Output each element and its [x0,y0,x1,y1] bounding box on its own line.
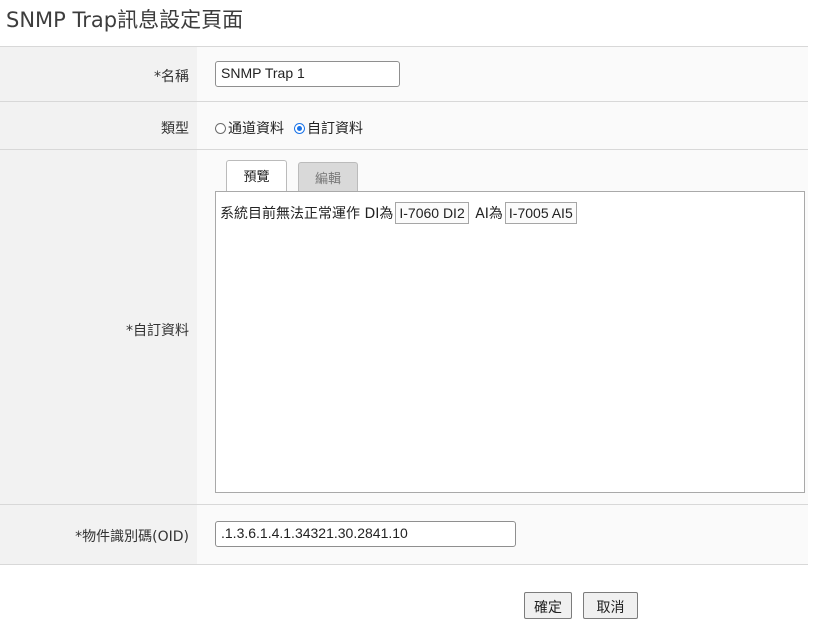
name-row: *名稱 [0,46,808,102]
custom-data-editor[interactable]: 系統目前無法正常運作 DI為 I-7060 DI2 AI為 I-7005 AI5 [215,191,805,493]
radio-channel-data-dot[interactable] [215,122,226,134]
oid-label-cell: *物件識別碼(OID) [0,505,197,564]
radio-custom-data-dot[interactable] [294,122,305,134]
radio-channel-data-label: 通道資料 [228,121,284,137]
tab-preview[interactable]: 預覽 [226,160,287,191]
radio-custom-data-label: 自訂資料 [307,121,363,137]
ai-channel-chip[interactable]: I-7005 AI5 [504,202,577,224]
cancel-button[interactable]: 取消 [583,592,638,619]
type-row: 類型 [0,101,808,150]
oid-label: *物件識別碼(OID) [75,529,189,545]
name-input[interactable]: SNMP Trap 1 [215,61,400,87]
type-label: 類型 [161,121,189,137]
di-channel-chip[interactable]: I-7060 DI2 [395,202,469,224]
type-label-cell: 類型 [0,102,197,150]
name-label-cell: *名稱 [0,47,197,102]
page-title: SNMP Trap訊息設定頁面 [6,8,244,32]
custom-data-label: *自訂資料 [126,323,189,339]
oid-input[interactable]: .1.3.6.1.4.1.34321.30.2841.10 [215,521,516,547]
name-label: *名稱 [154,69,189,85]
radio-channel-data[interactable]: 通道資料 [215,118,284,138]
tab-edit[interactable]: 編輯 [298,162,358,191]
editor-text-prefix: 系統目前無法正常運作 DI為 [220,206,394,222]
custom-data-label-cell: *自訂資料 [0,150,197,505]
type-radio-group: 通道資料 自訂資料 [215,118,373,138]
radio-custom-data[interactable]: 自訂資料 [294,118,363,138]
editor-text-mid: AI為 [475,206,503,222]
confirm-button[interactable]: 確定 [524,592,572,619]
